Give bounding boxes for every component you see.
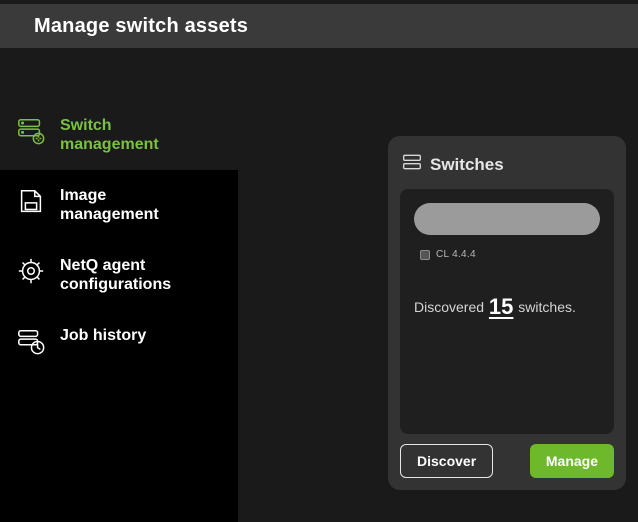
main-layout: Switchmanagement Imagemanagement: [0, 48, 638, 522]
sidebar-nav: Switchmanagement Imagemanagement: [0, 100, 238, 372]
sidebar-item-netq-agent-configurations[interactable]: NetQ agentconfigurations: [0, 240, 238, 310]
content-area: Switches CL 4.4.4 Discovered 15 switches…: [238, 48, 638, 522]
discovered-count[interactable]: 15: [488, 294, 514, 319]
card-title: Switches: [430, 155, 504, 175]
sidebar-item-label: Job history: [60, 326, 146, 345]
image-disk-icon: [16, 186, 46, 216]
sidebar-item-label: Switchmanagement: [60, 116, 159, 154]
card-body: CL 4.4.4 Discovered 15 switches.: [400, 189, 614, 434]
gear-agent-icon: [16, 256, 46, 286]
discovered-prefix: Discovered: [414, 299, 488, 315]
manage-button[interactable]: Manage: [530, 444, 614, 478]
page-title: Manage switch assets: [34, 15, 248, 38]
discover-button[interactable]: Discover: [400, 444, 493, 478]
discovered-suffix: switches.: [514, 299, 575, 315]
card-header: Switches: [400, 150, 614, 189]
sidebar-item-label: NetQ agentconfigurations: [60, 256, 171, 294]
switches-icon: [402, 152, 422, 177]
sidebar-item-image-management[interactable]: Imagemanagement: [0, 170, 238, 240]
filter-pill[interactable]: [414, 203, 600, 235]
version-label: CL 4.4.4: [436, 249, 476, 260]
job-history-icon: [16, 326, 46, 356]
card-actions: Discover Manage: [400, 444, 614, 478]
sidebar-item-switch-management[interactable]: Switchmanagement: [0, 100, 238, 170]
switch-stack-icon: [16, 116, 46, 146]
sidebar-top-gap: [0, 48, 238, 100]
titlebar: Manage switch assets: [0, 0, 638, 48]
switches-card: Switches CL 4.4.4 Discovered 15 switches…: [388, 136, 626, 490]
discovered-text: Discovered 15 switches.: [414, 294, 600, 320]
sidebar: Switchmanagement Imagemanagement: [0, 48, 238, 522]
sidebar-item-label: Imagemanagement: [60, 186, 159, 224]
version-checkbox-row[interactable]: CL 4.4.4: [420, 249, 600, 260]
sidebar-item-job-history[interactable]: Job history: [0, 310, 238, 372]
checkbox-icon[interactable]: [420, 250, 430, 260]
